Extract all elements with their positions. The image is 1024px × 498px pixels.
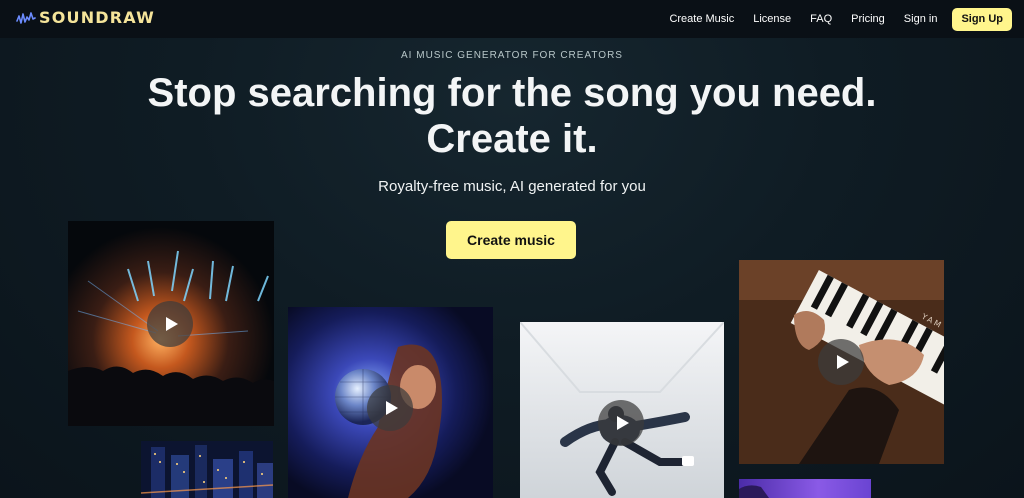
nav-license-link[interactable]: License bbox=[753, 13, 791, 25]
play-icon bbox=[385, 401, 398, 415]
city-night-image[interactable] bbox=[141, 441, 273, 498]
headline-line-1: Stop searching for the song you need. bbox=[147, 71, 877, 115]
hero-subtitle: Royalty-free music, AI generated for you bbox=[378, 178, 646, 195]
dancer-image[interactable] bbox=[520, 322, 724, 498]
hero-headline: Stop searching for the song you need. Cr… bbox=[0, 70, 1024, 162]
nav-pricing-link[interactable]: Pricing bbox=[851, 13, 885, 25]
play-button[interactable] bbox=[818, 339, 864, 385]
nav-sign-in-link[interactable]: Sign in bbox=[904, 13, 938, 25]
play-button[interactable] bbox=[598, 400, 644, 446]
headline-line-2: Create it. bbox=[426, 117, 598, 161]
play-icon bbox=[836, 355, 849, 369]
create-music-button[interactable]: Create music bbox=[446, 221, 576, 259]
city-scene bbox=[141, 441, 273, 498]
top-nav: SOUNDRAW Create Music License FAQ Pricin… bbox=[0, 0, 1024, 38]
nav-faq-link[interactable]: FAQ bbox=[810, 13, 832, 25]
concert-image[interactable] bbox=[68, 221, 274, 426]
piano-image[interactable]: YAM bbox=[739, 260, 944, 464]
waveform-logo-icon bbox=[16, 11, 36, 24]
hero-eyebrow: AI MUSIC GENERATOR FOR CREATORS bbox=[401, 50, 623, 61]
logo[interactable]: SOUNDRAW bbox=[16, 8, 155, 27]
brand-name: SOUNDRAW bbox=[39, 8, 156, 27]
play-button[interactable] bbox=[147, 301, 193, 347]
nav-create-music-link[interactable]: Create Music bbox=[669, 13, 734, 25]
play-button[interactable] bbox=[367, 385, 413, 431]
purple-sky-image[interactable] bbox=[739, 479, 871, 498]
disco-ball-image[interactable] bbox=[288, 307, 493, 498]
play-icon bbox=[616, 416, 629, 430]
page: SOUNDRAW Create Music License FAQ Pricin… bbox=[0, 0, 1024, 498]
purple-sky-scene bbox=[739, 479, 871, 498]
nav-links: Create Music License FAQ Pricing Sign in… bbox=[650, 0, 1024, 38]
play-icon bbox=[165, 317, 178, 331]
sign-up-button[interactable]: Sign Up bbox=[952, 7, 1012, 31]
